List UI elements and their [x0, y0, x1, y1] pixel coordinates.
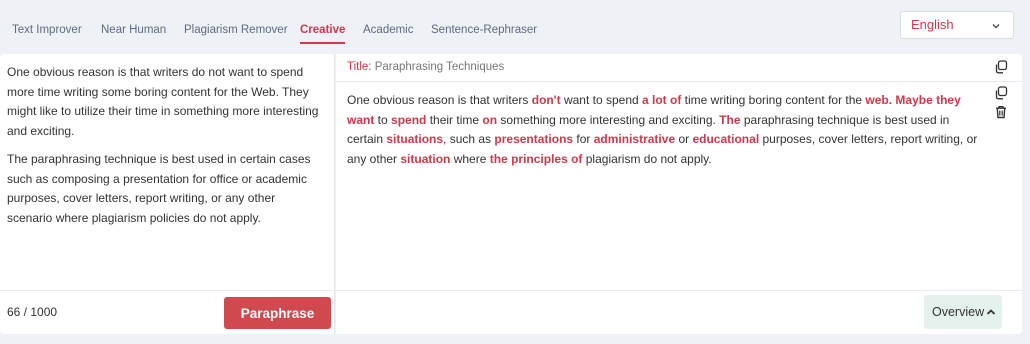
tab-academic[interactable]: Academic — [363, 24, 414, 36]
input-text-area[interactable]: One obvious reason is that writers do no… — [7, 63, 319, 237]
output-segment: something more interesting and exciting. — [497, 112, 720, 127]
overview-button[interactable]: Overview — [924, 295, 1002, 329]
chevron-up-icon — [986, 309, 996, 315]
tab-text-improver[interactable]: Text Improver — [12, 24, 82, 36]
output-segment: , such as — [443, 132, 495, 146]
input-paragraph: The paraphrasing technique is best used … — [7, 152, 311, 225]
output-panel: Title: Paraphrasing Techniques One obvio… — [336, 54, 1022, 334]
copy-icon[interactable] — [994, 60, 1008, 74]
tab-near-human[interactable]: Near Human — [101, 24, 166, 36]
changed-phrase[interactable]: situations — [386, 132, 443, 146]
title-key: Title: — [347, 61, 372, 73]
output-segment: their time — [426, 112, 483, 127]
input-footer: 66 / 1000 Paraphrase — [0, 290, 334, 334]
output-text: One obvious reason is that writers don't… — [347, 91, 987, 169]
copy-icon[interactable] — [994, 86, 1008, 100]
changed-phrase[interactable]: presentations — [494, 132, 573, 146]
output-segment: or — [675, 132, 693, 146]
changed-phrase[interactable]: spend — [391, 113, 426, 127]
changed-phrase[interactable]: the principles of — [490, 152, 583, 166]
mode-tabs: Text Improver Near Human Plagiarism Remo… — [0, 0, 1030, 54]
changed-phrase[interactable]: on — [482, 113, 497, 127]
tab-plagiarism-remover[interactable]: Plagiarism Remover — [184, 24, 288, 36]
paraphrase-button[interactable]: Paraphrase — [224, 297, 331, 329]
output-footer: Overview — [336, 290, 1022, 334]
output-title: Title: Paraphrasing Techniques — [347, 61, 504, 73]
tab-creative[interactable]: Creative — [300, 24, 346, 44]
trash-icon[interactable] — [994, 105, 1008, 119]
output-segment: One obvious reason is that writers — [347, 93, 532, 107]
chevron-down-icon — [992, 23, 1000, 29]
changed-phrase[interactable]: administrative — [594, 132, 675, 146]
language-selected: English — [911, 17, 954, 32]
output-segment: where — [450, 151, 490, 166]
overview-label: Overview — [932, 305, 985, 319]
input-panel: One obvious reason is that writers do no… — [0, 54, 335, 334]
output-segment: to — [374, 112, 392, 127]
output-segment: time writing boring content for the — [681, 93, 866, 107]
changed-phrase[interactable]: situation — [400, 152, 450, 166]
changed-phrase[interactable]: educational — [692, 132, 759, 146]
title-value: Paraphrasing Techniques — [374, 61, 505, 73]
output-segment: for — [573, 132, 594, 146]
input-paragraph: One obvious reason is that writers do no… — [7, 65, 319, 138]
changed-phrase[interactable]: don't — [532, 93, 561, 107]
word-counter: 66 / 1000 — [7, 305, 58, 319]
output-title-row: Title: Paraphrasing Techniques — [336, 54, 1022, 82]
tab-sentence-rephraser[interactable]: Sentence-Rephraser — [431, 24, 537, 36]
changed-phrase[interactable]: The — [719, 113, 740, 127]
changed-phrase[interactable]: a lot of — [642, 93, 681, 107]
output-segment: plagiarism do not apply. — [582, 151, 712, 166]
output-segment: want to spend — [560, 93, 642, 107]
language-select[interactable]: English — [900, 11, 1014, 39]
